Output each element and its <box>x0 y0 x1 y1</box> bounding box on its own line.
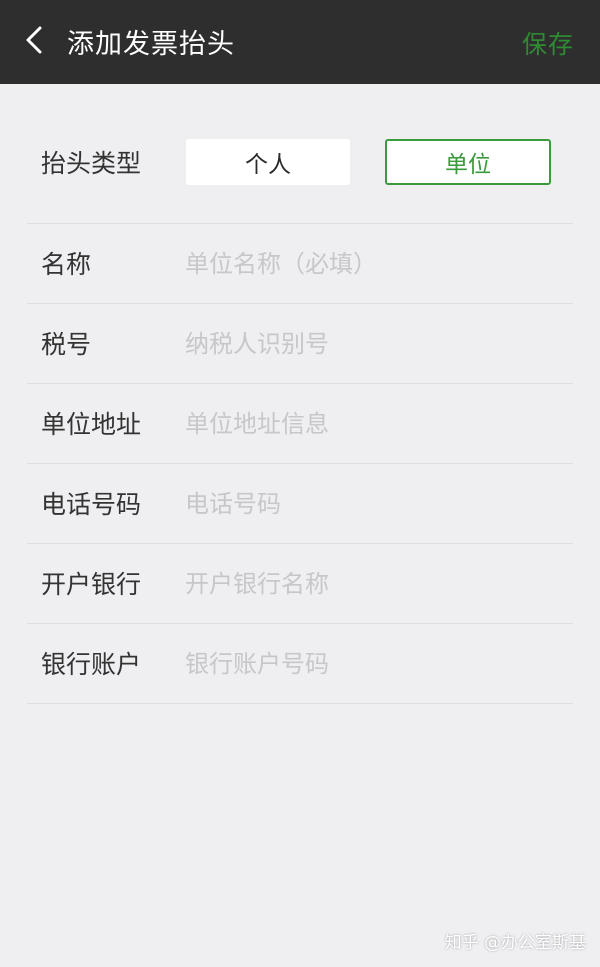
chevron-left-icon <box>24 25 44 59</box>
bank-input[interactable] <box>185 560 565 608</box>
top-bar: 添加发票抬头 保存 <box>0 0 600 84</box>
field-row-address: 单位地址 <box>27 384 573 464</box>
invoice-header-form: 抬头类型 个人 单位 名称 税号 单位地址 电话号码 开户银行 银行账户 <box>27 102 573 704</box>
field-label-bank-account: 银行账户 <box>41 650 142 679</box>
phone-input[interactable] <box>185 480 565 528</box>
field-label-address: 单位地址 <box>41 410 142 439</box>
type-option-company[interactable]: 单位 <box>385 139 551 185</box>
field-row-name: 名称 <box>27 224 573 304</box>
type-option-personal[interactable]: 个人 <box>186 139 350 185</box>
field-row-bank: 开户银行 <box>27 544 573 624</box>
invoice-type-row: 抬头类型 个人 单位 <box>27 102 573 224</box>
field-row-phone: 电话号码 <box>27 464 573 544</box>
save-button[interactable]: 保存 <box>522 0 574 84</box>
invoice-type-label: 抬头类型 <box>41 149 142 178</box>
name-input[interactable] <box>185 240 565 288</box>
field-row-bank-account: 银行账户 <box>27 624 573 704</box>
field-label-bank: 开户银行 <box>41 570 142 599</box>
page-title: 添加发票抬头 <box>67 29 235 60</box>
watermark: 知乎 @办公室斯基 <box>444 933 586 953</box>
field-label-tax-id: 税号 <box>41 330 92 359</box>
field-label-phone: 电话号码 <box>41 490 142 519</box>
field-label-name: 名称 <box>41 250 92 279</box>
tax-id-input[interactable] <box>185 320 565 368</box>
address-input[interactable] <box>185 400 565 448</box>
back-button[interactable] <box>14 22 54 62</box>
bank-account-input[interactable] <box>185 640 565 688</box>
field-row-tax-id: 税号 <box>27 304 573 384</box>
